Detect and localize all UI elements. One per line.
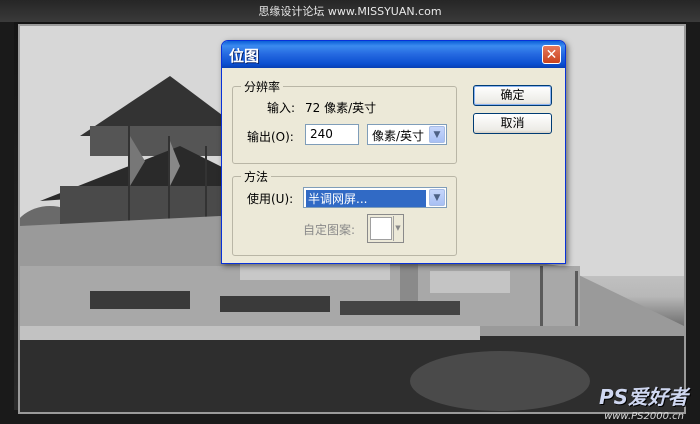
cancel-button[interactable]: 取消 bbox=[473, 113, 552, 134]
output-resolution-label: 输出(O): bbox=[247, 130, 294, 144]
watermark-url: www.PS2000.cn bbox=[604, 411, 684, 422]
custom-pattern-picker[interactable]: ▼ bbox=[367, 214, 404, 243]
dialog-body: 分辨率 输入: 72 像素/英寸 输出(O): 240 像素/英寸 ▼ 方法 使… bbox=[222, 68, 565, 263]
resolution-group: 分辨率 输入: 72 像素/英寸 输出(O): 240 像素/英寸 ▼ bbox=[232, 78, 457, 164]
chevron-down-icon[interactable]: ▼ bbox=[429, 126, 445, 143]
custom-pattern-label: 自定图案: bbox=[303, 223, 356, 237]
method-group-label: 方法 bbox=[241, 168, 272, 185]
close-icon: ✕ bbox=[545, 47, 558, 63]
use-method-value: 半调网屏... bbox=[306, 190, 426, 207]
method-group: 方法 使用(U): 半调网屏... ▼ 自定图案: ▼ bbox=[232, 168, 457, 256]
input-resolution-label: 输入: bbox=[267, 101, 296, 115]
resolution-group-label: 分辨率 bbox=[241, 78, 284, 95]
site-caption: 思缘设计论坛 www.MISSYUAN.com bbox=[0, 0, 700, 22]
bitmap-dialog: 位图 ✕ 分辨率 输入: 72 像素/英寸 输出(O): 240 像素/英寸 ▼… bbox=[221, 40, 566, 264]
ok-button[interactable]: 确定 bbox=[473, 85, 552, 106]
chevron-down-icon[interactable]: ▼ bbox=[393, 216, 402, 241]
output-unit-select[interactable]: 像素/英寸 ▼ bbox=[367, 124, 447, 145]
output-unit-value: 像素/英寸 bbox=[372, 129, 425, 143]
use-method-select[interactable]: 半调网屏... ▼ bbox=[303, 187, 447, 208]
pattern-swatch bbox=[370, 217, 392, 240]
output-resolution-input[interactable]: 240 bbox=[305, 124, 359, 145]
watermark-brand: PS爱好者 bbox=[598, 385, 688, 409]
chevron-down-icon[interactable]: ▼ bbox=[429, 189, 445, 206]
dialog-title: 位图 bbox=[229, 47, 260, 65]
use-method-label: 使用(U): bbox=[247, 192, 294, 206]
close-button[interactable]: ✕ bbox=[542, 45, 561, 64]
output-resolution-value: 240 bbox=[310, 127, 333, 141]
input-resolution-value: 72 像素/英寸 bbox=[305, 101, 377, 115]
dialog-titlebar[interactable]: 位图 ✕ bbox=[222, 41, 565, 68]
